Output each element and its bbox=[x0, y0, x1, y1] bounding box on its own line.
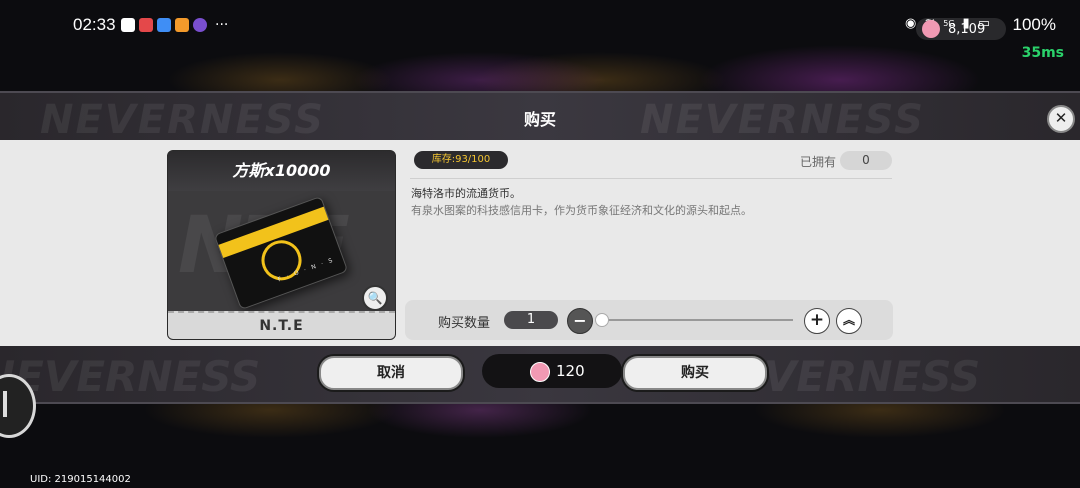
status-bar: 02:33 ··· ◉ ≋ 5G ▮ ▭ 100% 8,109 35ms bbox=[0, 0, 1080, 61]
coin-icon bbox=[530, 362, 550, 382]
increase-button[interactable]: + bbox=[804, 308, 830, 334]
cancel-button[interactable]: 取消 bbox=[319, 356, 463, 390]
item-brand: N.T.E bbox=[168, 311, 395, 339]
price-amount: 120 bbox=[556, 362, 585, 380]
eye-icon: ◉ bbox=[905, 16, 917, 31]
quantity-slider-handle[interactable] bbox=[595, 313, 609, 327]
max-quantity-button[interactable]: ︽ bbox=[836, 308, 862, 334]
modal-title: 购买 bbox=[523, 110, 556, 129]
item-description-detail: 有泉水图案的科技感信用卡，作为货币象征经济和文化的源头和起点。 bbox=[411, 204, 752, 217]
app-icon bbox=[139, 18, 153, 32]
buy-button[interactable]: 购买 bbox=[623, 356, 767, 390]
item-description: 海特洛市的流通货币。 bbox=[411, 187, 521, 200]
decrease-button[interactable]: − bbox=[567, 308, 593, 334]
item-card: NTE 方斯x10000 F · O · N · S 🔍 N.T.E bbox=[167, 150, 396, 340]
browser-icon bbox=[157, 18, 171, 32]
owned-label: 已拥有 bbox=[800, 155, 837, 169]
more-icon: ··· bbox=[215, 17, 229, 33]
currency-display[interactable]: 8,109 bbox=[916, 18, 1006, 40]
quantity-label: 购买数量 bbox=[438, 316, 491, 331]
ping-indicator: 35ms bbox=[1021, 45, 1064, 61]
stock-badge: 库存:93/100 bbox=[414, 151, 508, 169]
notification-icons: ··· bbox=[121, 17, 228, 33]
clock: 02:33 bbox=[73, 15, 116, 34]
user-id: UID: 219015144002 bbox=[30, 474, 131, 485]
game-icon bbox=[175, 18, 189, 32]
zoom-icon[interactable]: 🔍 bbox=[362, 285, 388, 311]
watermark: NEVERNESS bbox=[0, 352, 261, 401]
price-display: 120 bbox=[482, 354, 622, 388]
close-button[interactable]: ✕ bbox=[1047, 105, 1075, 133]
mail-icon bbox=[121, 18, 135, 32]
modal-header: NEVERNESS NEVERNESS 购买 bbox=[0, 91, 1080, 143]
logo-mark bbox=[3, 391, 17, 417]
owned-value: 0 bbox=[840, 151, 892, 170]
coin-icon bbox=[922, 20, 940, 38]
quantity-value[interactable]: 1 bbox=[504, 311, 558, 329]
battery-level: 100% bbox=[1012, 15, 1056, 34]
quantity-slider-track[interactable] bbox=[600, 319, 793, 321]
avatar-icon bbox=[193, 18, 207, 32]
currency-amount: 8,109 bbox=[948, 21, 986, 37]
divider bbox=[410, 178, 892, 179]
item-name: 方斯x10000 bbox=[168, 151, 395, 191]
